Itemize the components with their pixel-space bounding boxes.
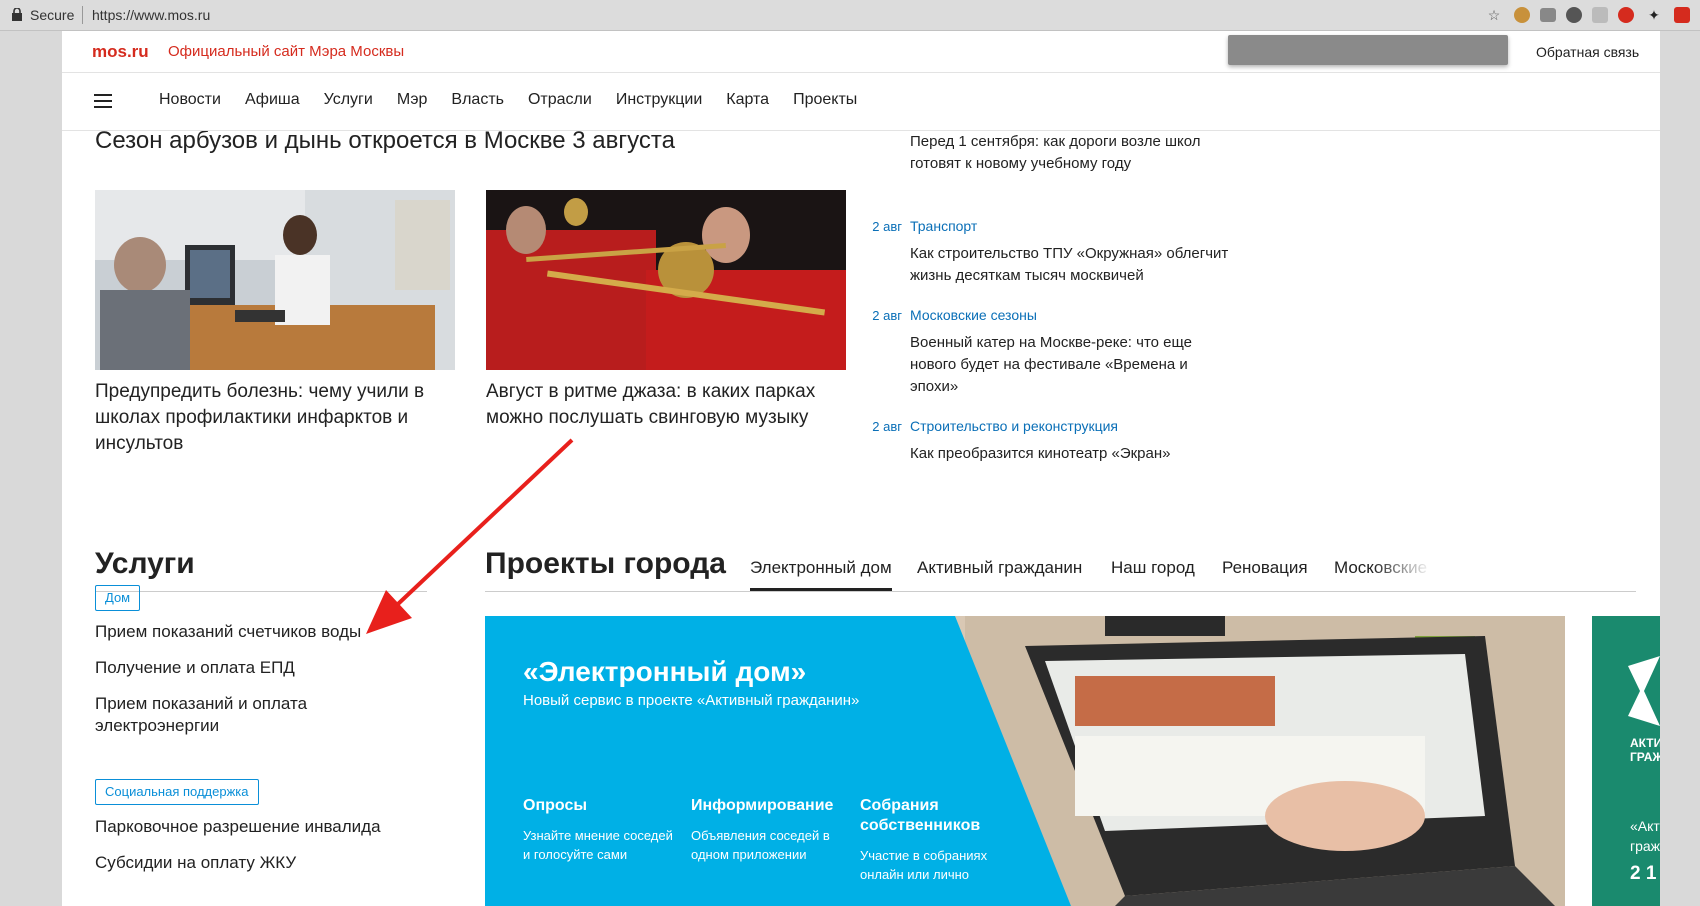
cookie-extension-icon[interactable] bbox=[1514, 7, 1530, 23]
news-headline[interactable]: Сезон арбузов и дынь откроется в Москве … bbox=[95, 127, 675, 155]
vivaldi-extension-icon[interactable] bbox=[1566, 7, 1582, 23]
nav-item-services[interactable]: Услуги bbox=[324, 91, 373, 109]
service-link[interactable]: Субсидии на оплату ЖКУ bbox=[95, 852, 395, 874]
service-link[interactable]: Прием показаний счетчиков воды bbox=[95, 621, 395, 643]
feature-text: Объявления соседей в одном приложении bbox=[691, 828, 830, 862]
feed-category[interactable]: Московские сезоны bbox=[910, 307, 1037, 323]
web-page: mos.ru Официальный сайт Мэра Москвы Обра… bbox=[62, 31, 1660, 906]
camera-icon[interactable] bbox=[1540, 8, 1556, 22]
service-link[interactable]: Парковочное разрешение инвалида bbox=[95, 816, 395, 838]
banner-feature: Информирование Объявления соседей в одно… bbox=[691, 796, 851, 864]
news-card-image-medical[interactable] bbox=[95, 190, 455, 370]
feedback-link[interactable]: Обратная связь bbox=[1536, 44, 1639, 60]
feed-category[interactable]: Транспорт bbox=[910, 218, 977, 234]
url-field[interactable]: https://www.mos.ru bbox=[92, 7, 210, 23]
site-title[interactable]: Официальный сайт Мэра Москвы bbox=[168, 43, 404, 60]
projects-divider bbox=[485, 591, 1636, 592]
nav-items: Новости Афиша Услуги Мэр Власть Отрасли … bbox=[159, 91, 857, 109]
service-category-tag[interactable]: Социальная поддержка bbox=[95, 779, 259, 805]
feed-category[interactable]: Строительство и реконструкция bbox=[910, 418, 1118, 434]
lock-icon bbox=[12, 8, 22, 21]
side-banner-text: «Акт граж bbox=[1630, 818, 1660, 854]
feature-heading: Информирование bbox=[691, 797, 834, 814]
grid-extension-icon[interactable] bbox=[1674, 7, 1690, 23]
nav-item-mayor[interactable]: Мэр bbox=[397, 91, 428, 109]
site-logo[interactable]: mos.ru bbox=[92, 42, 149, 62]
feed-date: 2 авг bbox=[872, 219, 902, 234]
feature-heading: Собрания собственников bbox=[860, 797, 981, 834]
nav-item-instructions[interactable]: Инструкции bbox=[616, 91, 702, 109]
project-banner[interactable]: «Электронный дом» Новый сервис в проекте… bbox=[485, 616, 1565, 906]
nav-item-government[interactable]: Власть bbox=[451, 91, 504, 109]
shield-extension-icon[interactable] bbox=[1618, 7, 1634, 23]
nav-item-projects[interactable]: Проекты bbox=[793, 91, 857, 109]
side-banner-line2: ГРАЖ bbox=[1630, 750, 1660, 764]
tab-renovation[interactable]: Реновация bbox=[1222, 558, 1308, 578]
services-divider bbox=[95, 591, 427, 592]
ghost-extension-icon[interactable]: ✦ bbox=[1644, 5, 1664, 25]
service-link[interactable]: Получение и оплата ЕПД bbox=[95, 657, 395, 679]
feed-text[interactable]: Военный катер на Москве-реке: что еще но… bbox=[910, 332, 1230, 398]
news-card-title[interactable]: Август в ритме джаза: в каких парках мож… bbox=[486, 379, 846, 431]
feed-text[interactable]: Перед 1 сентября: как дороги возле школ … bbox=[910, 131, 1230, 175]
banner-title: «Электронный дом» bbox=[523, 656, 807, 687]
services-title: Услуги bbox=[95, 547, 195, 580]
side-banner-logo-text: АКТИ ГРАЖ bbox=[1630, 736, 1660, 764]
news-card-image-jazz[interactable] bbox=[486, 190, 846, 370]
menu-icon[interactable] bbox=[94, 94, 112, 108]
active-citizen-banner[interactable]: АКТИ ГРАЖ «Акт граж 2 1 bbox=[1592, 616, 1660, 906]
star-icon[interactable]: ☆ bbox=[1484, 5, 1504, 25]
service-category-tag[interactable]: Дом bbox=[95, 585, 141, 611]
service-link[interactable]: Прием показаний и оплата электроэнергии bbox=[95, 693, 395, 737]
extension-icons: ☆ ✦ bbox=[1484, 5, 1690, 25]
projects-title: Проекты города bbox=[485, 547, 726, 580]
side-banner-number: 2 1 bbox=[1630, 863, 1657, 884]
banner-subtitle: Новый сервис в проекте «Активный граждан… bbox=[523, 692, 860, 709]
feature-text: Участие в собраниях онлайн или лично bbox=[860, 848, 988, 882]
tab-active-citizen[interactable]: Активный гражданин bbox=[917, 558, 1082, 578]
feed-date: 2 авг bbox=[872, 308, 902, 323]
nav-item-news[interactable]: Новости bbox=[159, 91, 221, 109]
feed-text[interactable]: Как строительство ТПУ «Окружная» облегчи… bbox=[910, 243, 1230, 287]
feed-date: 2 авг bbox=[872, 419, 902, 434]
active-citizen-logo-icon bbox=[1628, 656, 1660, 726]
nav-item-map[interactable]: Карта bbox=[726, 91, 769, 109]
tabs-fade bbox=[1372, 551, 1432, 583]
nav-item-industries[interactable]: Отрасли bbox=[528, 91, 592, 109]
browser-address-bar: Secure https://www.mos.ru ☆ ✦ bbox=[0, 0, 1700, 31]
feature-text: Узнайте мнение соседей и голосуйте сами bbox=[523, 828, 673, 862]
main-navigation: Новости Афиша Услуги Мэр Власть Отрасли … bbox=[62, 73, 1660, 131]
banner-feature: Собрания собственников Участие в собрани… bbox=[860, 796, 1020, 884]
feature-heading: Опросы bbox=[523, 797, 588, 814]
site-topbar: mos.ru Официальный сайт Мэра Москвы Обра… bbox=[62, 31, 1660, 73]
banner-feature: Опросы Узнайте мнение соседей и голосуйт… bbox=[523, 796, 683, 864]
side-banner-line1: АКТИ bbox=[1630, 736, 1660, 750]
feed-text[interactable]: Как преобразится кинотеатр «Экран» bbox=[910, 443, 1230, 465]
page-extension-icon[interactable] bbox=[1592, 7, 1608, 23]
news-card-title[interactable]: Предупредить болезнь: чему учили в школа… bbox=[95, 379, 455, 457]
nav-item-afisha[interactable]: Афиша bbox=[245, 91, 300, 109]
url-separator bbox=[82, 6, 83, 24]
tab-electronic-home[interactable]: Электронный дом bbox=[750, 558, 892, 591]
tab-our-city[interactable]: Наш город bbox=[1111, 558, 1195, 578]
search-bar[interactable] bbox=[1228, 35, 1508, 65]
secure-label: Secure bbox=[30, 7, 75, 23]
